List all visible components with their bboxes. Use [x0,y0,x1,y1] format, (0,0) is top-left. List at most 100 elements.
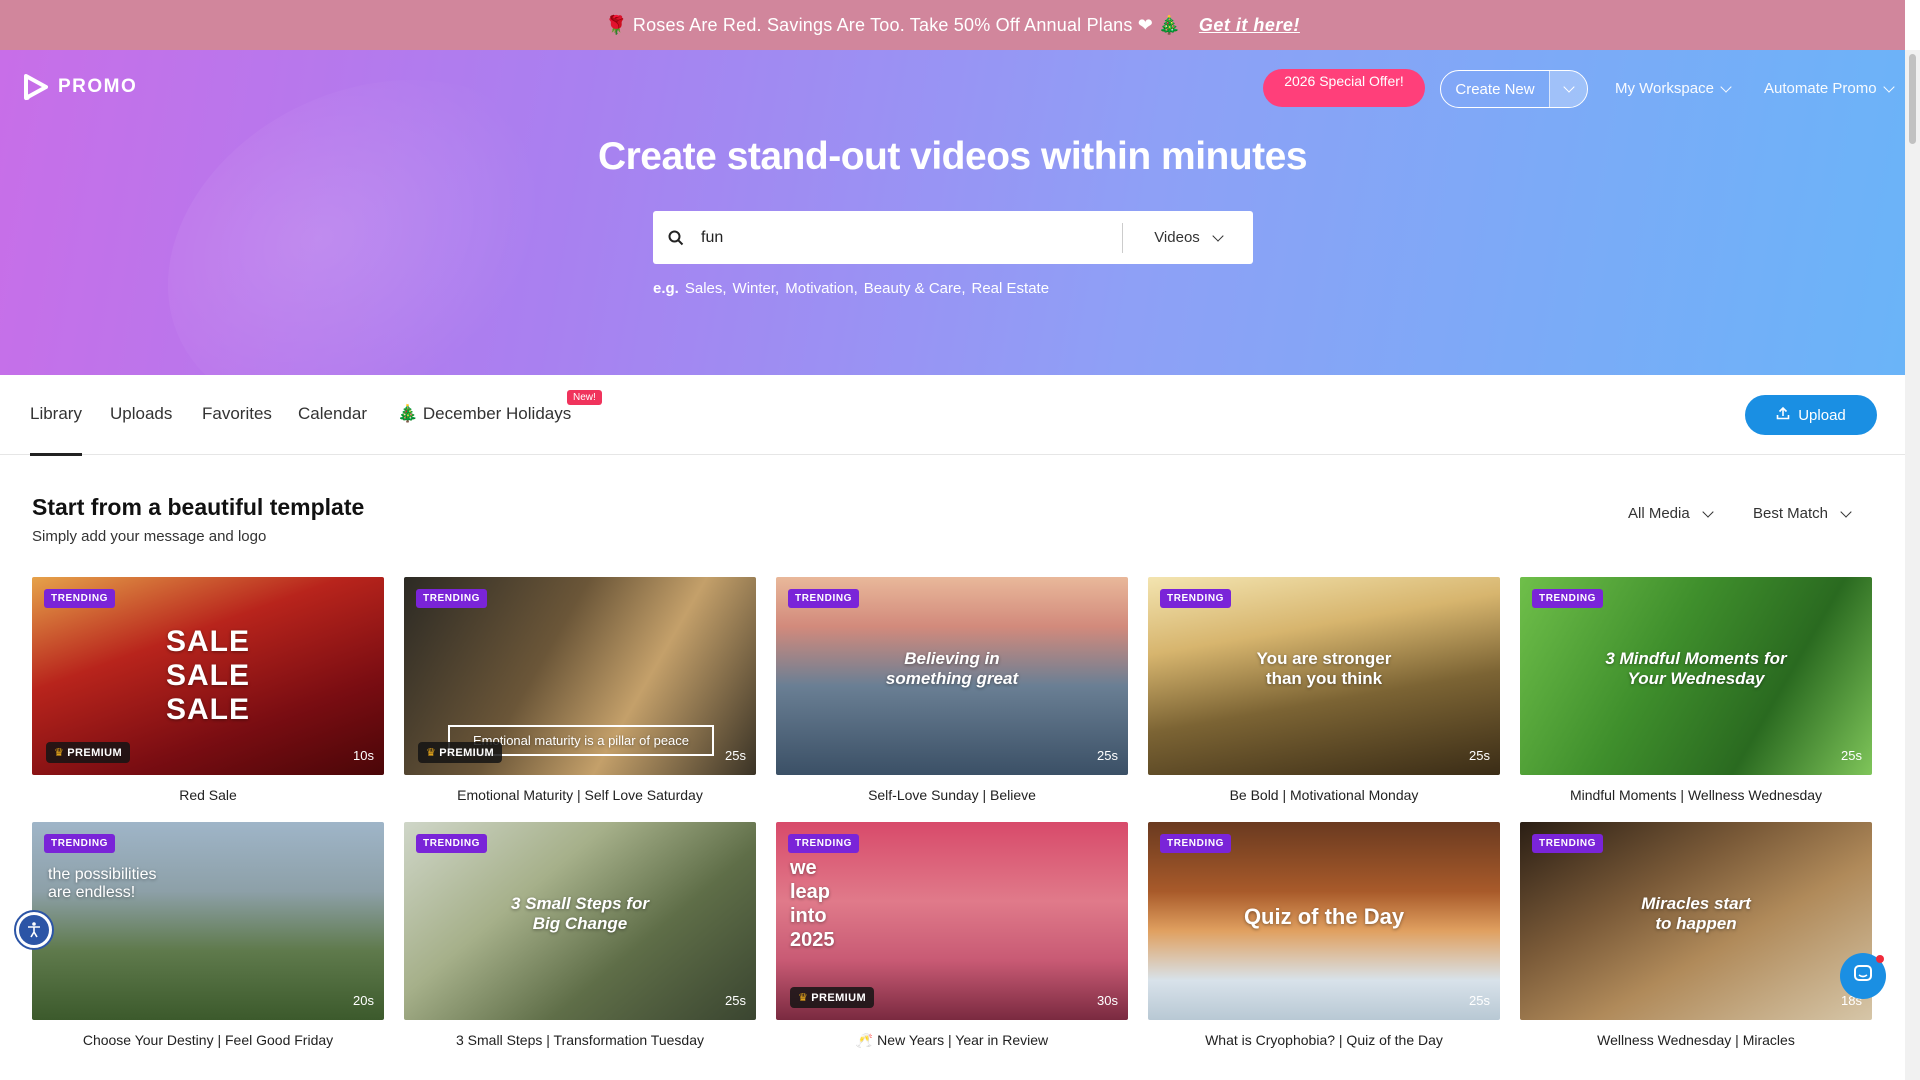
duration-label: 25s [1097,748,1118,763]
template-card[interactable]: 3 Mindful Moments for Your Wednesday TREN… [1520,577,1872,803]
chat-button[interactable] [1840,953,1886,999]
template-card[interactable]: 3 Small Steps for Big Change TRENDING 25s 3… [404,822,756,1048]
tab-uploads[interactable]: Uploads [110,404,172,424]
template-card[interactable]: You are stronger than you think TRENDING 2… [1148,577,1500,803]
create-new-dropdown[interactable] [1549,71,1587,107]
banner-cta-link[interactable]: Get it here! [1199,15,1300,36]
scrollbar-thumb[interactable] [1909,54,1916,144]
upload-button[interactable]: Upload [1745,395,1877,435]
hero-background-image [112,50,628,375]
template-title[interactable]: 🥂 New Years | Year in Review [776,1032,1128,1049]
template-thumbnail[interactable]: You are stronger than you think TRENDING 2… [1148,577,1500,775]
thumbnail-caption: Quiz of the Day [1243,904,1405,929]
template-thumbnail[interactable]: SALE SALE SALE TRENDING ♛ PREMIUM 10s [32,577,384,775]
example-link[interactable]: Motivation, [785,280,858,297]
preview-ribbon [329,822,384,864]
media-type-select[interactable]: Videos [1123,229,1253,246]
notification-dot [1876,955,1884,963]
tab-december-holidays[interactable]: 🎄 December Holidays [397,404,571,424]
template-card[interactable]: SALE SALE SALE TRENDING ♛ PREMIUM 10s Red Sal… [32,577,384,803]
search-input[interactable]: fun [699,229,1122,247]
template-thumbnail[interactable]: Quiz of the Day TRENDING 25s [1148,822,1500,1020]
template-title[interactable]: 3 Small Steps | Transformation Tuesday [404,1032,756,1048]
premium-badge: ♛ PREMIUM [790,987,875,1008]
duration-label: 10s [353,748,374,763]
template-title[interactable]: Red Sale [32,787,384,803]
special-offer-button[interactable]: 2026 Special Offer! [1263,69,1425,107]
template-card[interactable]: Emotional maturity is a pillar of peace T… [404,577,756,803]
hero-section: PROMO 2026 Special Offer! Create New My … [0,50,1905,375]
duration-label: 25s [1469,993,1490,1008]
tab-library[interactable]: Library [30,404,82,456]
template-thumbnail[interactable]: Believing in something great TRENDING 25s [776,577,1128,775]
duration-label: 25s [725,993,746,1008]
my-workspace-menu[interactable]: My Workspace [1615,80,1732,97]
thumbnail-caption: the possibilities are endless! [48,866,157,901]
template-title[interactable]: Mindful Moments | Wellness Wednesday [1520,787,1872,803]
media-filter-dropdown[interactable]: All Media [1628,505,1714,522]
brand-logo[interactable]: PROMO [22,72,137,102]
example-link[interactable]: Sales, [685,280,727,297]
template-thumbnail[interactable]: 3 Small Steps for Big Change TRENDING 25s [404,822,756,1020]
media-filter-label: All Media [1628,505,1690,522]
sort-dropdown[interactable]: Best Match [1753,505,1852,522]
template-card[interactable]: we leap into 2025 TRENDING ♛ PREMIUM 30s 🥂 Ne… [776,822,1128,1049]
template-thumbnail[interactable]: the possibilities are endless! TRENDING 20… [32,822,384,1020]
premium-badge: ♛ PREMIUM [418,742,503,763]
example-link[interactable]: Beauty & Care, [864,280,966,297]
thumbnail-caption: You are stronger than you think [1256,649,1392,688]
promo-banner: 🌹 Roses Are Red. Savings Are Too. Take 5… [0,0,1905,50]
chevron-down-icon [1882,80,1895,93]
create-new-label[interactable]: Create New [1441,71,1549,107]
thumbnail-caption: 3 Mindful Moments for Your Wednesday [1605,649,1787,688]
preview-ribbon [701,822,756,864]
examples-label: e.g. [653,280,679,297]
duration-label: 25s [725,748,746,763]
tab-calendar[interactable]: Calendar [298,404,367,424]
preview-ribbon [1817,577,1872,619]
promo-logo-icon [22,72,50,102]
example-link[interactable]: Real Estate [972,280,1050,297]
template-card[interactable]: Quiz of the Day TRENDING 25s What is Cryoph… [1148,822,1500,1048]
template-thumbnail[interactable]: Miracles start to happen TRENDING 18s [1520,822,1872,1020]
trending-badge: TRENDING [1160,589,1232,608]
accessibility-button[interactable] [14,910,54,950]
template-card[interactable]: Miracles start to happen TRENDING 18s Welln… [1520,822,1872,1048]
premium-label: PREMIUM [439,747,495,759]
template-title[interactable]: What is Cryophobia? | Quiz of the Day [1148,1032,1500,1048]
create-new-button[interactable]: Create New [1440,70,1588,108]
automate-menu[interactable]: Automate Promo [1764,80,1895,97]
thumbnail-caption: 3 Small Steps for Big Change [511,894,649,933]
template-thumbnail[interactable]: 3 Mindful Moments for Your Wednesday TREN… [1520,577,1872,775]
upload-icon [1776,406,1790,424]
example-link[interactable]: Winter, [733,280,780,297]
upload-label: Upload [1798,406,1846,424]
template-title[interactable]: Wellness Wednesday | Miracles [1520,1032,1872,1048]
template-title[interactable]: Self-Love Sunday | Believe [776,787,1128,803]
template-title[interactable]: Choose Your Destiny | Feel Good Friday [32,1032,384,1048]
page-scrollbar[interactable] [1905,50,1920,1080]
template-card[interactable]: the possibilities are endless! TRENDING 20… [32,822,384,1048]
search-icon [653,230,699,246]
hero-headline: Create stand-out videos within minutes [597,135,1308,178]
crown-icon: ♛ [426,747,437,759]
brand-name: PROMO [58,76,138,97]
trending-badge: TRENDING [788,589,860,608]
section-subtitle: Simply add your message and logo [32,528,267,545]
accessibility-icon [19,915,49,945]
chevron-down-icon [1720,80,1732,93]
thumbnail-caption: we leap into 2025 [790,857,835,951]
template-title[interactable]: Emotional Maturity | Self Love Saturday [404,787,756,803]
duration-label: 25s [1469,748,1490,763]
template-card[interactable]: Believing in something great TRENDING 25s S… [776,577,1128,803]
template-title[interactable]: Be Bold | Motivational Monday [1148,787,1500,803]
template-thumbnail[interactable]: we leap into 2025 TRENDING ♛ PREMIUM 30s [776,822,1128,1020]
thumbnail-caption: Believing in something great [885,649,1019,688]
chevron-down-icon [1562,81,1575,93]
trending-badge: TRENDING [416,834,488,853]
trending-badge: TRENDING [416,589,488,608]
sort-label: Best Match [1753,505,1829,522]
tab-favorites[interactable]: Favorites [202,404,272,424]
preview-ribbon [1445,577,1500,619]
template-thumbnail[interactable]: Emotional maturity is a pillar of peace T… [404,577,756,775]
